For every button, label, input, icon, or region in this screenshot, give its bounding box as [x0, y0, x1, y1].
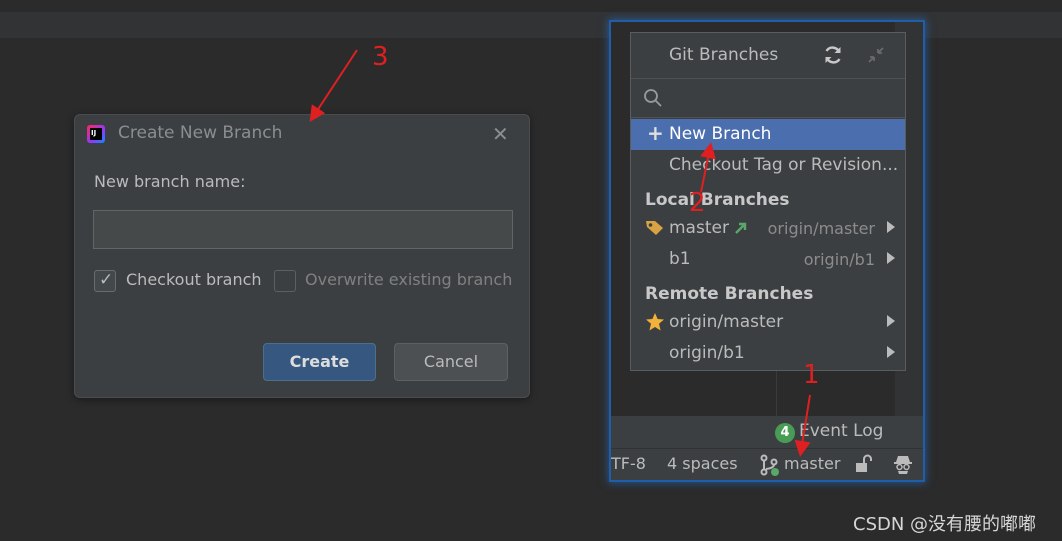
- tracked-remote: origin/master: [767, 219, 875, 238]
- overwrite-branch-label[interactable]: Overwrite existing branch: [305, 270, 512, 289]
- intellij-logo-icon: IJ: [87, 125, 105, 143]
- search-icon: [644, 89, 662, 107]
- remote-branch-origin-b1[interactable]: origin/b1: [631, 338, 905, 369]
- watermark: CSDN @没有腰的嘟嘟: [853, 514, 1037, 535]
- create-button[interactable]: Create: [263, 343, 376, 381]
- tracked-remote: origin/b1: [803, 250, 875, 269]
- current-branch-tag-icon: [646, 221, 663, 235]
- new-branch-item[interactable]: + New Branch: [631, 119, 905, 150]
- branch-search-input[interactable]: [671, 85, 895, 111]
- dialog-title-bar: IJ Create New Branch ✕: [75, 115, 529, 151]
- current-branch-widget[interactable]: master: [784, 454, 840, 473]
- chevron-right-icon: [887, 315, 895, 327]
- collapse-icon[interactable]: [866, 45, 886, 65]
- checkout-tag-label: Checkout Tag or Revision...: [669, 155, 899, 175]
- chevron-right-icon: [887, 252, 895, 264]
- chevron-right-icon: [887, 346, 895, 358]
- popup-title: Git Branches: [669, 45, 779, 65]
- annotation-number-3: 3: [372, 42, 389, 72]
- overwrite-branch-checkbox[interactable]: [274, 270, 296, 292]
- annotation-number-1: 1: [803, 360, 820, 390]
- event-count-badge: 4: [775, 423, 795, 443]
- remote-branch-origin-master[interactable]: origin/master: [631, 307, 905, 338]
- close-icon[interactable]: ✕: [492, 122, 509, 146]
- local-branches-header: Local Branches: [645, 190, 790, 210]
- editor-divider: [776, 370, 777, 416]
- checkmark-icon: ✓: [99, 270, 114, 290]
- branch-name-label: New branch name:: [94, 172, 246, 191]
- checkout-branch-checkbox[interactable]: ✓: [94, 270, 116, 292]
- dialog-title: Create New Branch: [118, 123, 283, 143]
- cancel-button[interactable]: Cancel: [394, 343, 508, 381]
- checkout-tag-item[interactable]: Checkout Tag or Revision...: [631, 150, 905, 181]
- branch-name: master: [669, 218, 729, 238]
- branch-name: origin/master: [669, 312, 784, 332]
- outgoing-commits-icon: [735, 222, 747, 234]
- local-branch-master[interactable]: master origin/master: [631, 213, 905, 244]
- create-branch-dialog: IJ Create New Branch ✕ New branch name: …: [74, 114, 530, 398]
- refresh-icon[interactable]: [822, 44, 844, 66]
- branch-name: b1: [669, 249, 691, 269]
- remote-branches-header: Remote Branches: [645, 284, 814, 304]
- inspector-icon[interactable]: [892, 453, 914, 475]
- annotation-number-2: 2: [689, 188, 706, 218]
- plus-icon: +: [647, 121, 664, 145]
- local-branch-b1[interactable]: b1 origin/b1: [631, 244, 905, 275]
- git-branch-icon[interactable]: [759, 454, 781, 476]
- checkout-branch-label[interactable]: Checkout branch: [126, 270, 262, 289]
- encoding-indicator[interactable]: TF-8: [611, 454, 646, 473]
- branch-name-input[interactable]: [93, 210, 513, 249]
- top-bar: [0, 0, 1062, 12]
- git-branches-popup: Git Branches + New Branch Checkout Tag o…: [630, 32, 906, 371]
- favorite-star-icon[interactable]: [645, 312, 665, 332]
- branch-name: origin/b1: [669, 343, 745, 363]
- branch-search-box: [631, 78, 905, 118]
- chevron-right-icon: [887, 221, 895, 233]
- annotation-arrow-3: [309, 49, 358, 123]
- unlock-icon[interactable]: [853, 454, 873, 474]
- indent-indicator[interactable]: 4 spaces: [667, 454, 738, 473]
- new-branch-label: New Branch: [669, 124, 772, 144]
- event-log-button[interactable]: Event Log: [799, 421, 883, 441]
